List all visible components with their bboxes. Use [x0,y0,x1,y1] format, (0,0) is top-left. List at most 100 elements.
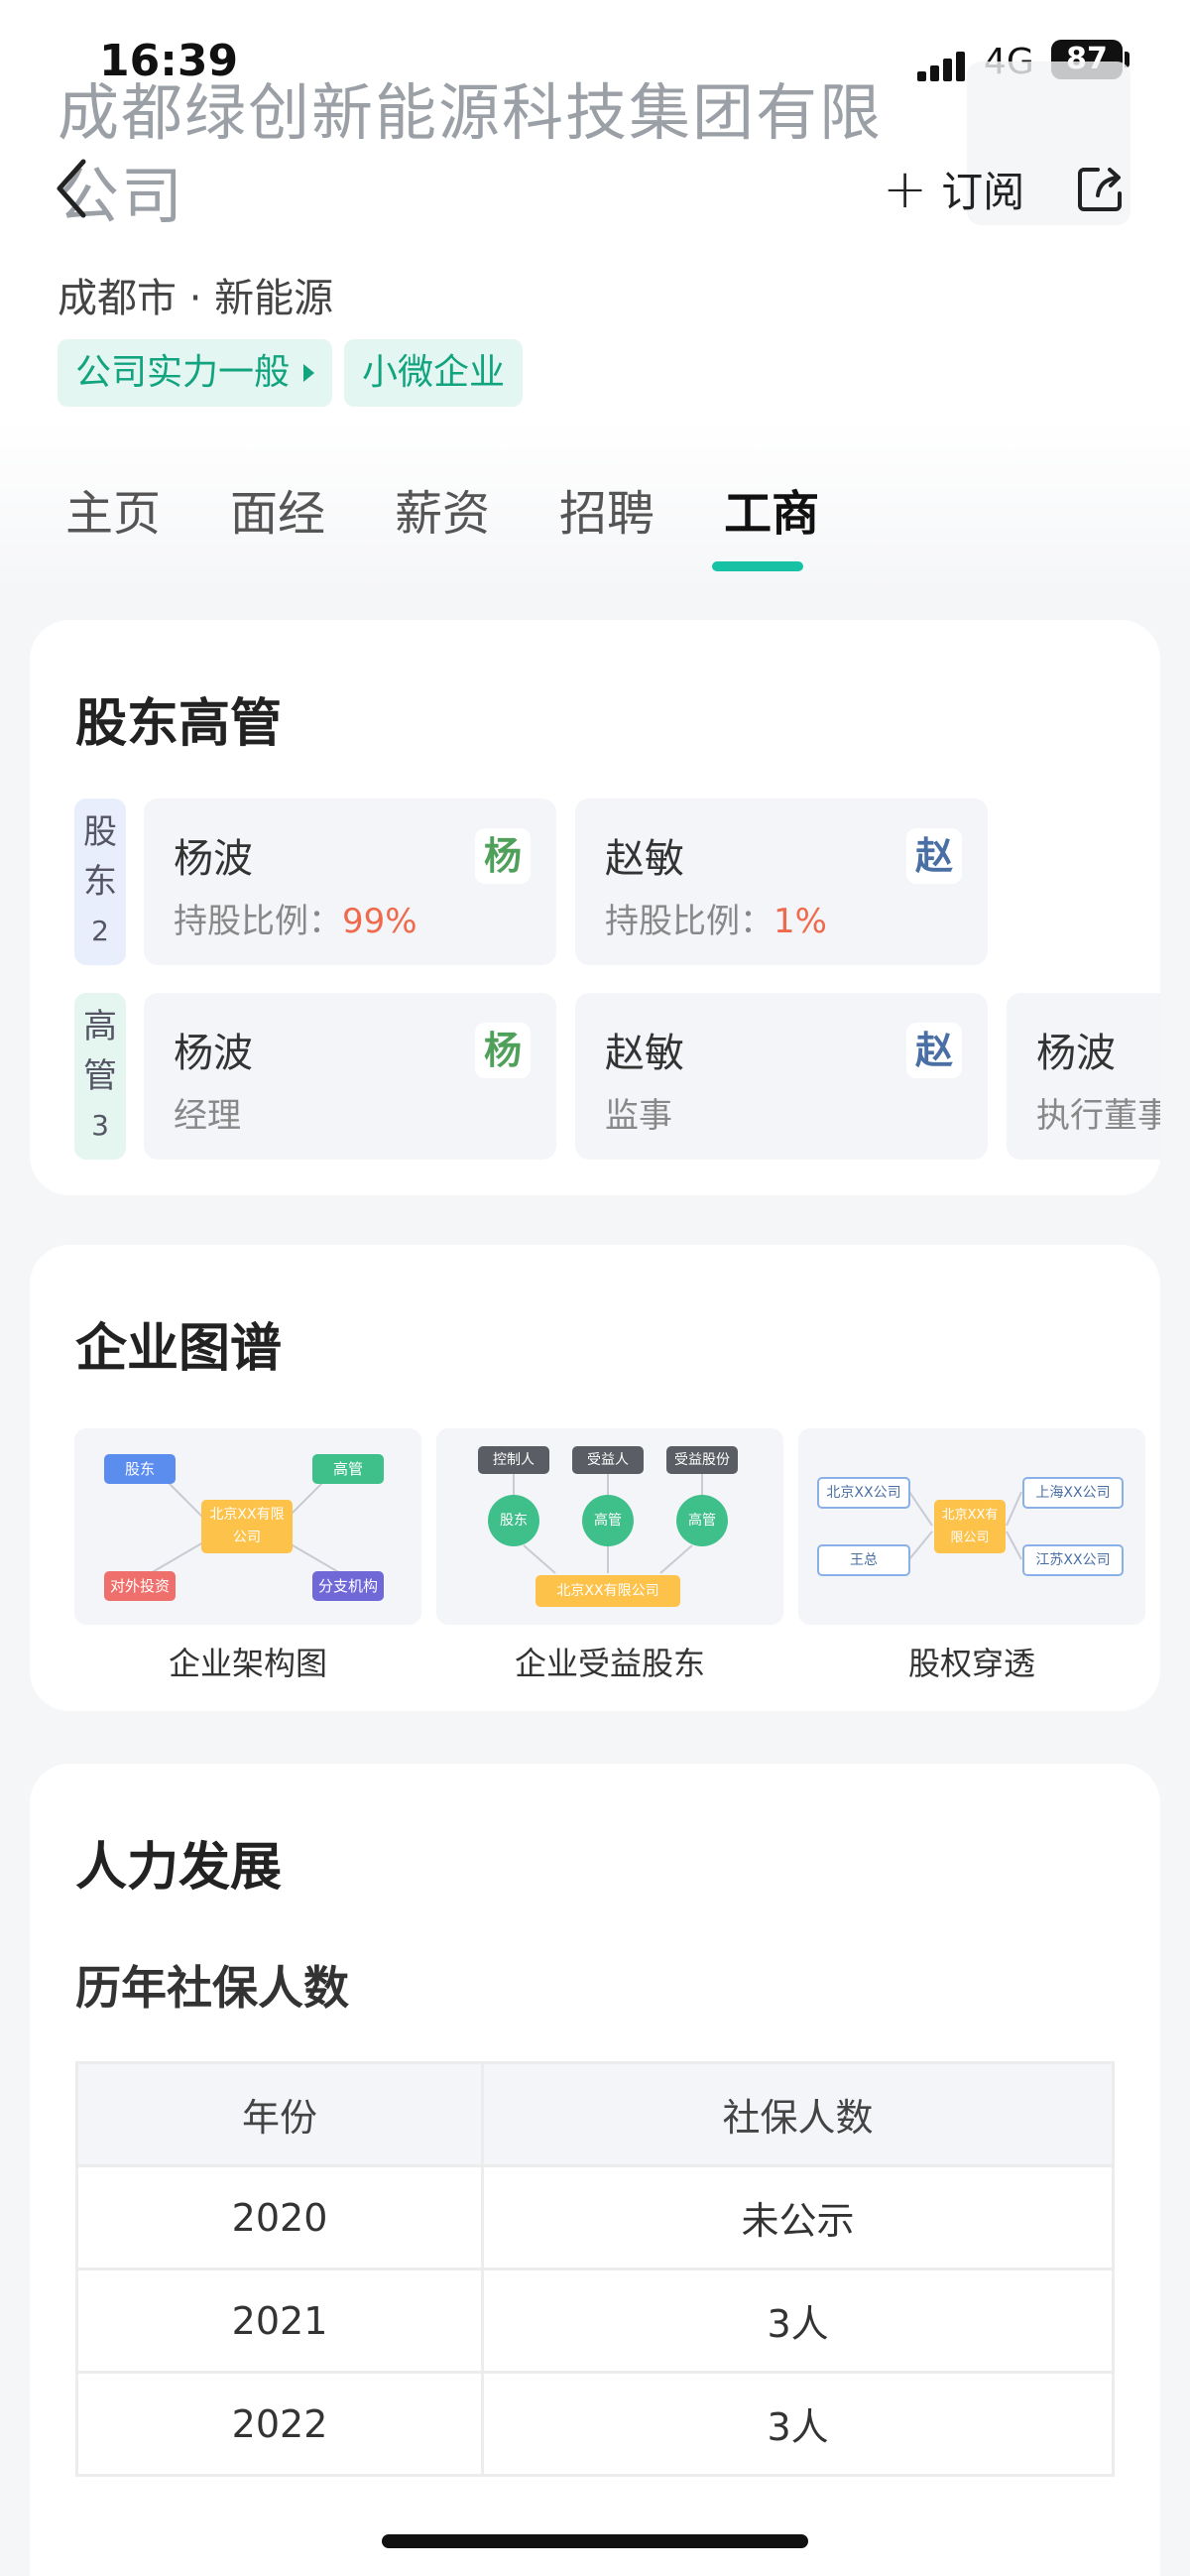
graph-equity-penetration[interactable]: 北京XX公司 王总 北京XX有限公司 上海XX公司 江苏XX公司 股权穿透 [798,1428,1145,1684]
org-structure-thumbnail: 股东 高管 北京XX有限公司 对外投资 分支机构 [74,1428,421,1625]
executive-count: 3 [91,1109,109,1142]
section-title: 人力发展 [75,1838,283,1898]
tag-label: 小微企业 [362,352,506,393]
executive-card[interactable]: 杨波 执行董事 [1007,993,1160,1160]
table-row: 2020 未公示 [74,2164,1115,2270]
hr-development-card: 人力发展 历年社保人数 年份 社保人数 2020 未公示 2021 3人 202… [30,1764,1160,2576]
shareholder-count: 2 [91,915,109,947]
executive-label: 高 管 3 [74,993,126,1160]
person-name: 杨波 [174,836,253,882]
shareholders-card: 股东高管 股 东 2 杨波 杨 持股比例：99% 赵敏 赵 持股比例：1% 高 … [30,620,1160,1195]
tag-label: 公司实力一般 [75,352,291,393]
company-industry: 新能源 [214,276,334,321]
graph-label: 企业架构图 [168,1645,327,1682]
share-ratio: 持股比例：1% [605,894,827,942]
ratio-label: 持股比例： [605,902,774,941]
caret-right-icon [303,364,315,382]
graph-org-structure[interactable]: 股东 高管 北京XX有限公司 对外投资 分支机构 企业架构图 [74,1428,421,1684]
executive-card[interactable]: 杨波 杨 经理 [144,993,556,1160]
tab-bar: 主页 面经 薪资 招聘 工商 [65,474,889,544]
node-shareholder: 股东 [500,1513,528,1529]
label-char: 高 [83,1007,117,1046]
node-investment: 对外投资 [109,1577,170,1595]
tab-home[interactable]: 主页 [65,474,161,544]
cell-count: 3人 [481,2268,1115,2374]
tab-interviews[interactable]: 面经 [230,474,325,544]
shareholder-label: 股 东 2 [74,798,126,965]
section-title: 企业图谱 [75,1319,283,1379]
graph-label: 股权穿透 [907,1645,1035,1682]
node-left-bottom: 王总 [850,1552,878,1568]
shareholder-card[interactable]: 赵敏 赵 持股比例：1% [575,798,988,965]
label-char: 股 [83,812,117,852]
node-company: 北京XX有限公司 [556,1583,659,1599]
tag-company-strength[interactable]: 公司实力一般 [58,339,333,407]
person-name: 杨波 [174,1031,253,1076]
node-center-company: 北京XX有限公司 [941,1508,999,1545]
graph-beneficiary[interactable]: 控制人 受益人 受益股份 股东 高管 高管 北京XX有限公司 企业受益股东 [436,1428,783,1684]
label-char: 管 [83,1056,117,1096]
tab-business-info[interactable]: 工商 [724,474,819,544]
cell-count: 3人 [481,2371,1115,2477]
node-controller: 控制人 [493,1452,535,1468]
node-right-top: 上海XX公司 [1035,1485,1111,1501]
active-tab-indicator [712,561,803,571]
node-center-company: 北京XX有限公司 [209,1507,285,1545]
enterprise-graph-card: 企业图谱 股东 高管 北京XX有限公司 对外投资 分支机构 企业架构图 控制人 … [30,1245,1160,1711]
node-shareholder: 股东 [124,1460,155,1478]
beneficiary-thumbnail: 控制人 受益人 受益股份 股东 高管 高管 北京XX有限公司 [436,1428,783,1625]
avatar: 杨 [475,1023,531,1078]
share-ratio: 持股比例：99% [174,894,417,942]
cell-count: 未公示 [481,2164,1115,2270]
back-arrow-icon[interactable] [52,154,91,223]
ratio-value: 1% [774,902,827,941]
node-benefit-share: 受益股份 [674,1452,730,1468]
subscribe-label: 订阅 [941,167,1025,216]
ratio-label: 持股比例： [174,902,342,941]
shareholder-card[interactable]: 杨波 杨 持股比例：99% [144,798,556,965]
tab-salary[interactable]: 薪资 [395,474,490,544]
home-indicator[interactable] [382,2534,808,2548]
table-row: 2022 3人 [74,2371,1115,2477]
person-role: 监事 [605,1096,672,1136]
label-char: 东 [83,862,117,902]
cellular-signal-icon [917,50,969,81]
company-name: 成都绿创新能源科技集团有限公司 [58,76,884,232]
person-name: 赵敏 [605,836,684,882]
person-name: 赵敏 [605,1031,684,1076]
social-security-table: 年份 社保人数 2020 未公示 2021 3人 2022 3人 [74,2061,1115,2477]
cell-year: 2020 [74,2164,485,2270]
cell-year: 2021 [74,2268,485,2374]
person-role: 执行董事 [1036,1096,1160,1136]
social-security-subtitle: 历年社保人数 [75,1961,349,2015]
company-tags: 公司实力一般 小微企业 [58,339,524,407]
ratio-value: 99% [342,902,417,941]
subscribe-button[interactable]: + 订阅 [883,157,1025,220]
avatar: 赵 [906,828,962,884]
table-row: 2021 3人 [74,2268,1115,2374]
share-icon[interactable] [1076,164,1126,213]
person-role: 经理 [174,1096,241,1136]
person-name: 杨波 [1036,1031,1116,1076]
company-meta: 成都市 · 新能源 [58,266,333,323]
cell-year: 2022 [74,2371,485,2477]
header-count: 社保人数 [481,2061,1115,2167]
avatar: 赵 [906,1023,962,1078]
section-title: 股东高管 [75,694,283,754]
header-year: 年份 [74,2061,485,2167]
node-right-bottom: 江苏XX公司 [1035,1552,1111,1568]
tag-company-size: 小微企业 [344,339,524,407]
executive-card[interactable]: 赵敏 赵 监事 [575,993,988,1160]
node-left-top: 北京XX公司 [826,1485,901,1501]
graph-label: 企业受益股东 [514,1645,705,1682]
tab-jobs[interactable]: 招聘 [559,474,654,544]
plus-icon: + [883,157,928,220]
avatar: 杨 [475,828,531,884]
equity-thumbnail: 北京XX公司 王总 北京XX有限公司 上海XX公司 江苏XX公司 [798,1428,1145,1625]
table-header-row: 年份 社保人数 [74,2061,1115,2167]
company-location: 成都市 [58,276,177,321]
node-branch: 分支机构 [317,1577,378,1595]
node-beneficiary: 受益人 [587,1452,629,1468]
node-executive: 高管 [594,1513,622,1529]
node-executive: 高管 [688,1513,716,1529]
